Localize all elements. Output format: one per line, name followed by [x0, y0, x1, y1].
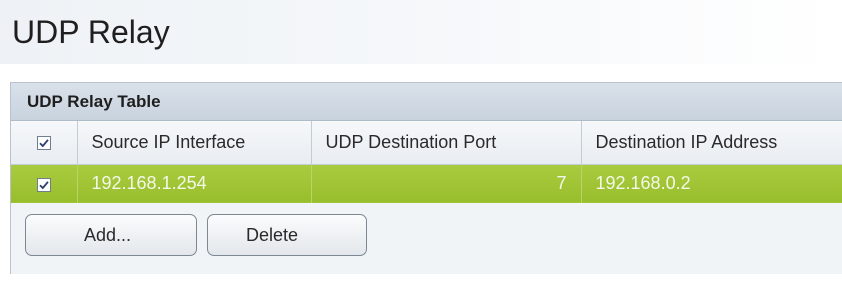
button-bar: Add... Delete	[11, 204, 842, 274]
udp-destination-port-cell: 7	[311, 164, 582, 203]
udp-relay-table: Source IP Interface UDP Destination Port…	[11, 121, 842, 203]
panel-header: UDP Relay Table	[11, 83, 842, 121]
source-ip-interface-cell: 192.168.1.254	[77, 164, 312, 203]
table-row[interactable]: 192.168.1.254 7 192.168.0.2	[11, 164, 842, 203]
add-button[interactable]: Add...	[25, 214, 197, 256]
row-select-cell	[11, 164, 78, 203]
select-all-cell	[11, 121, 78, 165]
udp-relay-table-panel: UDP Relay Table Source IP Interface UDP …	[10, 82, 842, 274]
select-all-checkbox[interactable]	[36, 136, 51, 150]
page-title: UDP Relay	[12, 14, 170, 50]
checkmark-icon	[39, 139, 49, 148]
delete-button[interactable]: Delete	[207, 214, 367, 256]
column-header-source-ip-interface[interactable]: Source IP Interface	[77, 121, 312, 165]
panel-title: UDP Relay Table	[27, 92, 161, 111]
column-header-udp-destination-port[interactable]: UDP Destination Port	[311, 121, 582, 165]
checkmark-icon	[39, 180, 49, 189]
column-header-destination-ip-address[interactable]: Destination IP Address	[581, 121, 842, 165]
row-select-checkbox[interactable]	[36, 177, 51, 192]
table-header-row: Source IP Interface UDP Destination Port…	[11, 121, 842, 165]
destination-ip-address-cell: 192.168.0.2	[581, 164, 842, 203]
